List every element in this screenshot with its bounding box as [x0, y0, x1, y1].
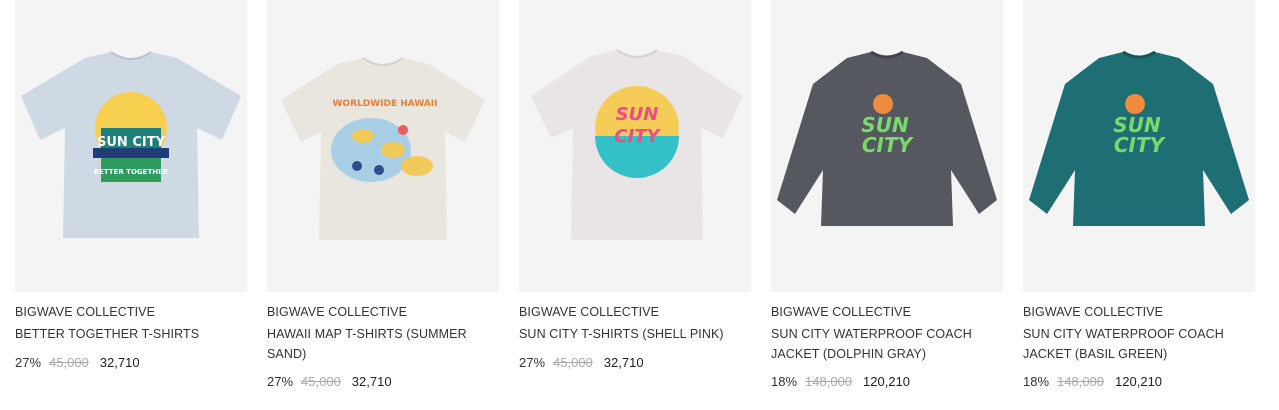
tshirt-image: WORLDWIDE HAWAII [281, 57, 485, 240]
sale-price: 32,710 [351, 374, 392, 389]
product-name[interactable]: SUN CITY T-SHIRTS (SHELL PINK) [519, 325, 751, 345]
original-price: 45,000 [553, 355, 593, 370]
original-price: 148,000 [805, 374, 853, 389]
print-text: CITY [1114, 133, 1167, 157]
price-row: 18% 148,000 120,210 [1023, 374, 1162, 389]
product-card[interactable]: SUN CITY BIGWAVE COLLECTIVE SUN CITY T-S… [519, 0, 751, 410]
discount-rate: 27% [519, 355, 546, 370]
sale-price: 32,710 [603, 355, 644, 370]
sale-price: 32,710 [99, 355, 140, 370]
product-image[interactable]: SUN CITY [519, 0, 751, 292]
price-row: 27% 45,000 32,710 [15, 355, 140, 370]
discount-rate: 27% [15, 355, 42, 370]
discount-rate: 18% [771, 374, 798, 389]
product-brand: BIGWAVE COLLECTIVE [771, 305, 912, 319]
product-brand: BIGWAVE COLLECTIVE [1023, 305, 1164, 319]
product-card[interactable]: SUN CITY BIGWAVE COLLECTIVE SUN CITY WAT… [1023, 0, 1255, 410]
price-row: 27% 45,000 32,710 [519, 355, 644, 370]
print-text: SUN [616, 104, 659, 125]
product-card[interactable]: SUN CITY BETTER TOGETHER BIGWAVE COLLECT… [15, 0, 247, 410]
product-card[interactable]: SUN CITY BIGWAVE COLLECTIVE SUN CITY WAT… [771, 0, 1003, 410]
product-brand: BIGWAVE COLLECTIVE [267, 305, 408, 319]
product-image[interactable]: SUN CITY [771, 0, 1003, 292]
product-brand: BIGWAVE COLLECTIVE [15, 305, 156, 319]
price-row: 27% 45,000 32,710 [267, 374, 392, 389]
product-name[interactable]: BETTER TOGETHER T-SHIRTS [15, 325, 247, 345]
product-image[interactable]: SUN CITY BETTER TOGETHER [15, 0, 247, 292]
discount-rate: 27% [267, 374, 294, 389]
product-card[interactable]: WORLDWIDE HAWAII BIGWAVE COLLECTIVE HAWA… [267, 0, 499, 410]
jacket-image: SUN CITY [1029, 50, 1249, 226]
print-text: SUN CITY [97, 135, 166, 150]
discount-rate: 18% [1023, 374, 1050, 389]
print-text: BETTER TOGETHER [94, 168, 169, 176]
product-name[interactable]: SUN CITY WATERPROOF COACH JACKET (BASIL … [1023, 325, 1255, 364]
original-price: 45,000 [301, 374, 341, 389]
tshirt-image: SUN CITY [531, 49, 743, 240]
print-text: CITY [862, 133, 915, 157]
sale-price: 120,210 [863, 374, 911, 389]
print-text: CITY [614, 126, 661, 147]
product-image[interactable]: WORLDWIDE HAWAII [267, 0, 499, 292]
price-row: 18% 148,000 120,210 [771, 374, 910, 389]
original-price: 45,000 [49, 355, 89, 370]
jacket-image: SUN CITY [777, 50, 997, 226]
product-brand: BIGWAVE COLLECTIVE [519, 305, 660, 319]
original-price: 148,000 [1057, 374, 1105, 389]
product-name[interactable]: HAWAII MAP T-SHIRTS (SUMMER SAND) [267, 325, 499, 364]
sale-price: 120,210 [1115, 374, 1163, 389]
product-grid: SUN CITY BETTER TOGETHER BIGWAVE COLLECT… [15, 0, 1270, 410]
product-name[interactable]: SUN CITY WATERPROOF COACH JACKET (DOLPHI… [771, 325, 1003, 364]
print-text: WORLDWIDE HAWAII [332, 99, 437, 109]
product-image[interactable]: SUN CITY [1023, 0, 1255, 292]
tshirt-image: SUN CITY BETTER TOGETHER [21, 51, 241, 238]
